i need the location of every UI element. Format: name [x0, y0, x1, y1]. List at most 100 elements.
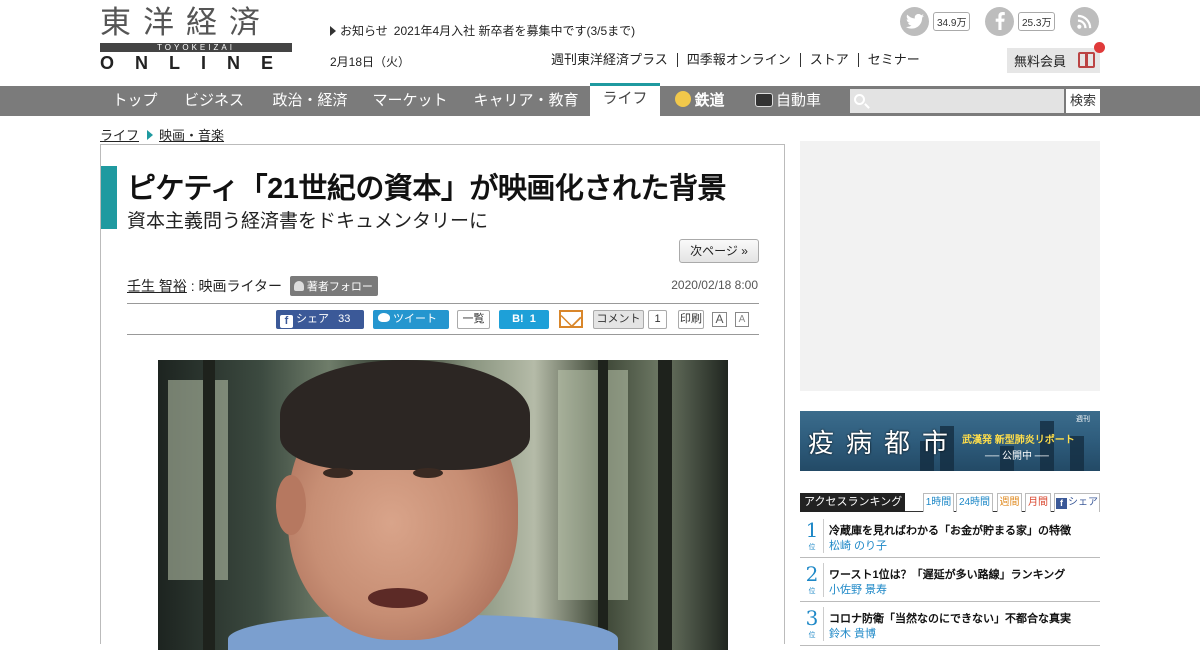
search-input[interactable]: [850, 89, 1064, 113]
nav-politics-economy[interactable]: 政治・経済: [262, 86, 358, 116]
comment-count: 1: [648, 310, 667, 329]
rank-author[interactable]: 小佐野 景寿: [829, 581, 887, 597]
ranking-tab-1hour[interactable]: 1時間: [923, 493, 954, 512]
facebook-icon: f: [280, 315, 293, 328]
twitter-follow[interactable]: 34.9万: [900, 6, 971, 36]
print-button[interactable]: 印刷: [678, 310, 704, 329]
ad-placeholder[interactable]: [800, 141, 1100, 391]
follow-author-button[interactable]: 著者フォロー: [289, 276, 378, 296]
link-seminar[interactable]: セミナー: [857, 53, 929, 67]
rank-number: 3: [805, 606, 819, 630]
comment-button[interactable]: コメント: [593, 310, 644, 329]
breadcrumb: ライフ 映画・音楽: [100, 125, 224, 144]
mail-icon[interactable]: [559, 310, 583, 328]
photo-window: [558, 370, 628, 600]
hatena-count: 1: [529, 313, 536, 325]
next-page-button[interactable]: 次ページ »: [679, 239, 759, 263]
nav-top[interactable]: トップ: [104, 86, 166, 116]
gift-icon: [1078, 52, 1095, 68]
top-links: 週刊東洋経済プラス 四季報オンライン ストア セミナー: [545, 52, 929, 67]
rank-suffix: 位: [808, 543, 816, 551]
ranking-title: アクセスランキング: [800, 493, 905, 512]
nav-railway-label: 鉄道: [694, 92, 725, 109]
facebook-icon: [985, 6, 1014, 36]
rank-headline[interactable]: 冷蔵庫を見ればわかる「お金が貯まる家」の特徴: [829, 522, 1071, 538]
banner-title: 疫病都市: [808, 429, 961, 459]
rank-number: 2: [805, 562, 819, 586]
twitter-count: 34.9万: [933, 11, 971, 31]
photo-window-frame: [598, 360, 608, 650]
font-size-up-button[interactable]: A: [712, 312, 727, 327]
logo-kanji: 東洋経済: [100, 5, 272, 41]
rss-follow[interactable]: [1070, 6, 1099, 36]
link-shikiho-online[interactable]: 四季報オンライン: [676, 53, 800, 67]
nav-automobile-label: 自動車: [775, 92, 821, 109]
breadcrumb-arrow-icon: [147, 130, 154, 140]
ranking-item[interactable]: 1 位 冷蔵庫を見ればわかる「お金が貯まる家」の特徴 松崎 のり子: [800, 515, 1100, 558]
breadcrumb-life[interactable]: ライフ: [100, 128, 139, 143]
author-link[interactable]: 壬生 智裕: [127, 278, 187, 294]
fb-share-label: シェア: [296, 313, 329, 325]
ranking-tab-share-label: シェア: [1068, 497, 1098, 508]
tweet-button[interactable]: ツイート: [373, 310, 449, 329]
rank-headline[interactable]: ワースト1位は？「遅延が多い路線」ランキング: [829, 566, 1065, 582]
ranking-item[interactable]: 3 位 コロナ防衛「当然なのにできない」不都合な真実 鈴木 貴博: [800, 603, 1100, 646]
rank-headline[interactable]: コロナ防衛「当然なのにできない」不都合な真実: [829, 610, 1071, 626]
font-size-down-button[interactable]: A: [735, 312, 749, 327]
rss-icon: [1070, 6, 1099, 36]
site-logo[interactable]: 東洋経済 TOYOKEIZAI ONLINE: [100, 5, 292, 73]
search-button[interactable]: 検索: [1066, 89, 1100, 113]
photo-eye: [323, 468, 353, 478]
facebook-follow[interactable]: 25.3万: [985, 6, 1056, 36]
twitter-bird-icon: [378, 313, 390, 322]
article-title: ピケティ「21世紀の資本」が映画化された背景: [127, 173, 726, 205]
nav-life[interactable]: ライフ: [590, 83, 660, 116]
rank-divider: [823, 563, 824, 597]
nav-career-education[interactable]: キャリア・教育: [466, 86, 586, 116]
notice-link[interactable]: 2021年4月入社 新卒者を募集中です(3/5まで): [394, 24, 635, 38]
nav-business[interactable]: ビジネス: [172, 86, 256, 116]
photo-mouth: [368, 588, 428, 608]
share-bar: f シェア 33 ツイート 一覧 B! 1 コメント 1 印刷 A A: [101, 309, 786, 331]
ranking-item[interactable]: 2 位 ワースト1位は？「遅延が多い路線」ランキング 小佐野 景寿: [800, 559, 1100, 602]
nav-automobile[interactable]: 自動車: [748, 86, 828, 116]
link-store[interactable]: ストア: [799, 53, 858, 67]
rank-author[interactable]: 松崎 のり子: [829, 537, 887, 553]
nav-railway[interactable]: 鉄道: [668, 86, 732, 116]
link-weekly-toyokeizai-plus[interactable]: 週刊東洋経済プラス: [545, 53, 677, 67]
tweet-list-button[interactable]: 一覧: [457, 310, 490, 329]
breadcrumb-movie-music[interactable]: 映画・音楽: [159, 128, 224, 143]
person-icon: [293, 281, 304, 291]
photo-hair: [280, 360, 530, 470]
photo-window-frame: [658, 360, 672, 650]
rank-divider: [823, 519, 824, 553]
rank-suffix: 位: [808, 631, 816, 639]
tweet-label: ツイート: [393, 313, 437, 325]
hatena-bookmark-button[interactable]: B! 1: [499, 310, 549, 329]
ranking-tab-weekly[interactable]: 週間: [997, 493, 1022, 512]
train-icon: [675, 91, 692, 107]
facebook-share-button[interactable]: f シェア 33: [276, 310, 364, 329]
ranking-tab-24hours[interactable]: 24時間: [956, 493, 993, 512]
photo-eye: [413, 468, 443, 478]
byline: 壬生 智裕 : 映画ライター 著者フォロー: [127, 276, 378, 296]
photo-window-frame: [203, 360, 215, 650]
author-role: : 映画ライター: [190, 278, 283, 294]
banner-status: ── 公開中 ──: [985, 451, 1049, 462]
facebook-count: 25.3万: [1018, 11, 1056, 31]
rank-author[interactable]: 鈴木 貴博: [829, 625, 876, 641]
free-member-button[interactable]: 無料会員: [1007, 42, 1105, 73]
ranking-tab-monthly[interactable]: 月間: [1025, 493, 1051, 512]
ranking-header: アクセスランキング 1時間 24時間 週間 月間 f シェア: [800, 493, 1100, 512]
notice-bar: お知らせ 2021年4月入社 新卒者を募集中です(3/5まで): [330, 22, 635, 39]
ranking-tab-share[interactable]: f シェア: [1054, 493, 1100, 512]
notification-dot: [1094, 42, 1105, 53]
nav-market[interactable]: マーケット: [364, 86, 456, 116]
current-date: 2月18日（火）: [330, 55, 411, 69]
banner-publisher: 週刊: [1076, 416, 1090, 423]
notice-label: お知らせ: [340, 24, 388, 38]
hatena-label: B!: [512, 313, 524, 325]
promo-banner[interactable]: 週刊 疫病都市 武漢発 新型肺炎リポート ── 公開中 ──: [800, 411, 1100, 471]
photo-window: [168, 380, 228, 580]
article-photo: [158, 360, 728, 650]
